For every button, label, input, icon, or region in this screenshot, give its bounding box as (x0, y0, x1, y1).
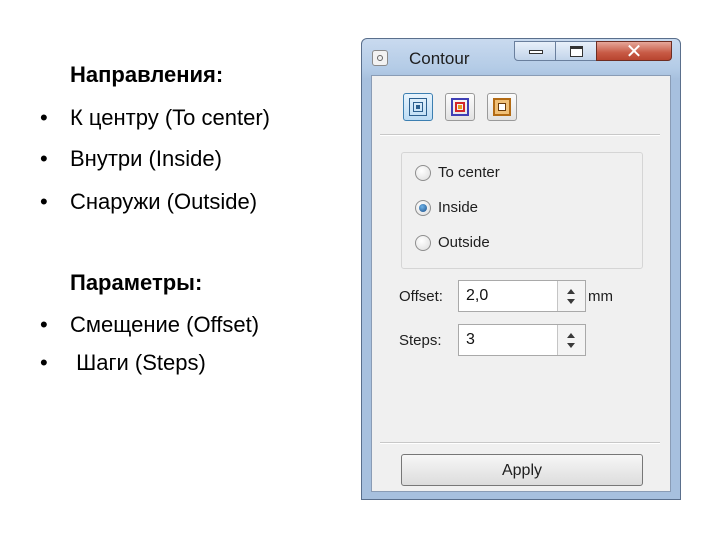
inside-icon (451, 98, 469, 116)
title-bar[interactable]: Contour ✕ (362, 39, 680, 75)
separator (380, 134, 660, 136)
bullet-item: • Шаги (Steps) (40, 350, 206, 376)
radio-label: Outside (438, 234, 490, 251)
arrow-up-icon[interactable] (567, 289, 575, 294)
bullet-text: Внутри (Inside) (70, 146, 222, 171)
params-heading: Параметры: (70, 270, 203, 295)
direction-radio-group: To center Inside Outside (401, 152, 643, 269)
bullet-icon: • (40, 350, 48, 375)
offset-spinbox[interactable]: 2,0 (458, 280, 586, 312)
bullet-icon: • (40, 146, 48, 171)
offset-stepper[interactable] (557, 281, 585, 311)
close-icon: ✕ (625, 39, 643, 63)
bullet-icon: • (40, 189, 48, 214)
apply-label: Apply (501, 462, 543, 479)
radio-button-icon[interactable] (415, 165, 431, 181)
contour-dialog: Contour ✕ To center Inside Outside Offse… (361, 38, 681, 500)
arrow-up-icon[interactable] (567, 333, 575, 338)
offset-value[interactable]: 2,0 (466, 287, 488, 305)
arrow-down-icon[interactable] (567, 299, 575, 304)
arrow-down-icon[interactable] (567, 343, 575, 348)
radio-button-checked-icon[interactable] (415, 200, 431, 216)
bullet-item: • Смещение (Offset) (40, 312, 259, 338)
close-button[interactable]: ✕ (596, 39, 672, 63)
separator (380, 442, 660, 444)
to-center-icon (409, 98, 427, 116)
bullet-item: • Внутри (Inside) (40, 146, 222, 172)
radio-button-icon[interactable] (415, 235, 431, 251)
minimize-icon (529, 50, 543, 54)
bullet-text: Смещение (Offset) (70, 312, 260, 337)
dialog-title: Contour (409, 49, 470, 68)
contour-docker-icon (372, 50, 388, 66)
bullet-text: К центру (To center) (70, 105, 270, 130)
bullet-item: • К центру (To center) (40, 105, 270, 131)
radio-label: Inside (438, 199, 479, 216)
bullet-item: • Снаружи (Outside) (40, 189, 257, 215)
directions-heading: Направления: (70, 62, 224, 87)
bullet-text: Снаружи (Outside) (70, 189, 258, 214)
offset-unit: mm (588, 288, 613, 305)
outside-mode-button[interactable] (487, 93, 517, 121)
steps-spinbox[interactable]: 3 (458, 324, 586, 356)
inside-mode-button[interactable] (445, 93, 475, 121)
steps-stepper[interactable] (557, 325, 585, 355)
radio-label: To center (438, 164, 500, 181)
minimize-button[interactable] (514, 41, 556, 61)
dialog-body: To center Inside Outside Offset: 2,0 mm … (371, 75, 671, 492)
bullet-icon: • (40, 105, 48, 130)
steps-value[interactable]: 3 (466, 331, 475, 349)
maximize-button[interactable] (555, 41, 597, 61)
bullet-icon: • (40, 312, 48, 337)
steps-label: Steps: (399, 332, 442, 349)
apply-button[interactable]: Apply (401, 454, 643, 486)
outside-icon (493, 98, 511, 116)
bullet-text: Шаги (Steps) (70, 350, 206, 375)
maximize-icon (570, 46, 583, 57)
to-center-mode-button[interactable] (403, 93, 433, 121)
offset-label: Offset: (399, 288, 443, 305)
